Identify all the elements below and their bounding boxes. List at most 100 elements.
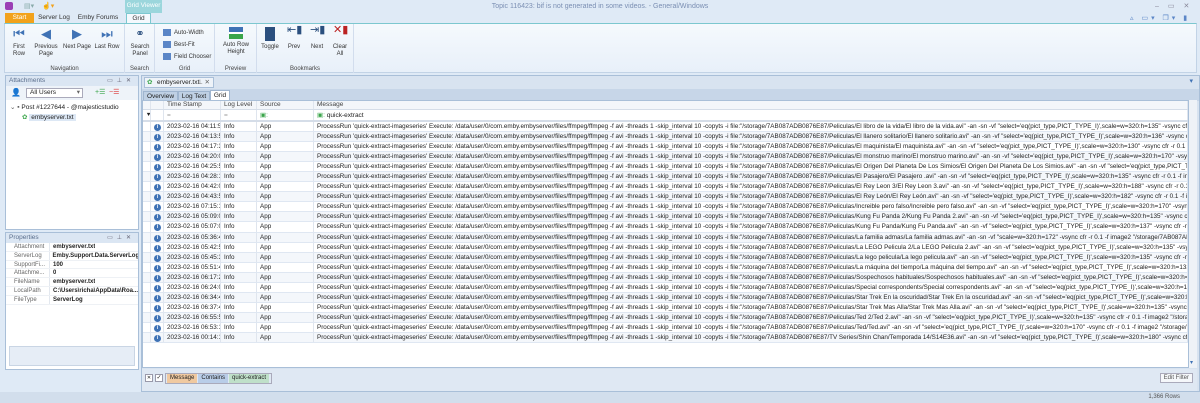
field-chooser-button[interactable]: Field Chooser [163, 53, 211, 60]
panel-controls[interactable]: ▭⊥✕ [107, 233, 135, 243]
property-key: ServerLog [6, 251, 50, 260]
vertical-scrollbar[interactable]: ▾ [1189, 100, 1197, 368]
grid-header: Time Stamp Log Level Source Message [143, 101, 1188, 110]
group-preview: Auto Row Height Preview [215, 24, 257, 73]
user-filter-dropdown[interactable]: All Users ▾ [26, 88, 83, 98]
doc-tab-embyserver[interactable]: ✿ embyserver.txt ⊥ ✕ [144, 77, 214, 88]
table-row[interactable]: i 2023-02-16 05:45:32 Info App ProcessRun 'q… [143, 252, 1188, 263]
cell-message: ProcessRun 'quick-extract-imageseries' E… [314, 172, 1188, 182]
info-icon: i [154, 324, 161, 332]
close-icon[interactable]: ⊥ ✕ [197, 78, 210, 88]
property-row[interactable]: FileType ServerLog [6, 295, 138, 305]
table-row[interactable]: i 2023-02-16 04:20:02 Info App ProcessRun 'q… [143, 152, 1188, 163]
table-row[interactable]: i 2023-02-16 04:43:52 Info App ProcessRun 'q… [143, 192, 1188, 203]
property-row[interactable]: Attachment embyserver.txt [6, 243, 138, 252]
table-row[interactable]: i 2023-02-16 04:25:59 Info App ProcessRun 'q… [143, 162, 1188, 173]
cell-source: App [257, 202, 314, 212]
next-page-button[interactable]: ▶ Next Page [62, 27, 92, 51]
chevron-down-icon: ▾ [76, 89, 80, 96]
table-row[interactable]: i 2023-02-16 06:34:41 Info App ProcessRun 'q… [143, 292, 1188, 303]
cell-time-stamp: 2023-02-16 04:28:17 [164, 172, 221, 182]
property-row[interactable]: FileName embyserver.txt [6, 278, 138, 287]
filter-time-stamp[interactable]: = [164, 110, 221, 120]
cell-time-stamp: 2023-02-16 06:55:50 [164, 312, 221, 322]
filter-panel: ✕ ✓ Message Contains quick-extract Edit Fi… [142, 369, 1197, 391]
clear-bookmarks-button[interactable]: ✕▮ Clear All [330, 24, 350, 58]
cell-source: App [257, 142, 314, 152]
property-value: C:\Users\richa\AppData\Roa... [52, 287, 138, 294]
first-row-button[interactable]: ⏮ First Row [9, 27, 29, 58]
tab-start[interactable]: Start [5, 13, 34, 23]
prev-bookmark-button[interactable]: ⇤▮ Prev [284, 25, 304, 51]
cell-source: App [257, 222, 314, 232]
table-row[interactable]: i 2023-02-16 06:37:41 Info App ProcessRun 'q… [143, 302, 1188, 313]
table-row[interactable]: i 2023-02-16 06:24:01 Info App ProcessRun 'q… [143, 282, 1188, 293]
toggle-bookmark-button[interactable]: Toggle [259, 27, 281, 51]
table-row[interactable]: i 2023-02-16 04:28:17 Info App ProcessRun 'q… [143, 172, 1188, 183]
tree-node-post[interactable]: ⌄ ▪ Post #1227644 - @majesticstudio [10, 103, 138, 111]
attachments-panel: Attachments ▭⊥✕ 👤 All Users ▾ +☰ −☰ ⌄ ▪ Po… [5, 75, 139, 230]
property-row[interactable]: SupportFi... 100 [6, 260, 138, 270]
property-row[interactable]: ServerLog Emby.Support.Data.ServerLog [6, 251, 138, 261]
expand-all-icon[interactable]: +☰ [95, 88, 105, 96]
tab-server-log[interactable]: Server Log [38, 13, 70, 23]
table-row[interactable]: i 2023-02-16 07:15:18 Info App ProcessRun 'q… [143, 202, 1188, 213]
table-row[interactable]: i 2023-02-16 05:09:06 Info App ProcessRun 'q… [143, 212, 1188, 223]
cell-source: App [257, 132, 314, 142]
table-row[interactable]: i 2023-02-16 04:13:59 Info App ProcessRun 'q… [143, 132, 1188, 143]
info-icon: i [154, 204, 161, 212]
bookmark-clear-icon: ✕▮ [333, 24, 349, 36]
tree-node-file[interactable]: ✿ embyserver.txt [22, 113, 138, 121]
next-bookmark-button[interactable]: ⇥▮ Next [307, 25, 327, 51]
filter-log-level[interactable]: = [221, 110, 257, 120]
window-controls[interactable]: –▭✕ [1155, 2, 1198, 10]
scroll-down-icon[interactable]: ▾ [1190, 359, 1193, 366]
search-panel-button[interactable]: ⚭ Search Panel [127, 27, 153, 58]
previous-page-button[interactable]: ◀ Previous Page [32, 27, 60, 58]
first-icon: ⏮ [13, 26, 25, 41]
table-row[interactable]: i 2023-02-16 00:14:13 Info App ProcessRun 'q… [143, 332, 1188, 344]
auto-width-button[interactable]: Auto-Width [163, 29, 204, 36]
property-row[interactable]: LocalPath C:\Users\richa\AppData\Roa... [6, 286, 138, 296]
best-fit-button[interactable]: Best-Fit [163, 41, 195, 48]
table-row[interactable]: i 2023-02-16 04:17:32 Info App ProcessRun 'q… [143, 142, 1188, 153]
cell-time-stamp: 2023-02-16 04:13:59 [164, 132, 221, 142]
cell-time-stamp: 2023-02-16 05:51:42 [164, 262, 221, 272]
info-icon: i [154, 124, 161, 131]
title-bar: ▤▾ ☝▾ Grid Viewer Topic 116423: bif is n… [0, 0, 1200, 13]
col-time-stamp[interactable]: Time Stamp [164, 101, 221, 109]
table-row[interactable]: i 2023-02-16 05:07:09 Info App ProcessRun 'q… [143, 222, 1188, 233]
table-row[interactable]: i 2023-02-16 05:51:42 Info App ProcessRun 'q… [143, 262, 1188, 273]
filter-message[interactable]: ▣: quick-extract [314, 110, 1188, 120]
info-icon: i [154, 144, 161, 152]
table-row[interactable]: i 2023-02-16 05:36:45 Info App ProcessRun 'q… [143, 232, 1188, 243]
col-source[interactable]: Source [257, 101, 314, 109]
property-row[interactable]: Attachme... 0 [6, 269, 138, 279]
col-log-level[interactable]: Log Level [221, 101, 257, 109]
table-row[interactable]: i 2023-02-16 06:17:23 Info App ProcessRun 'q… [143, 272, 1188, 283]
auto-row-height-button[interactable]: Auto Row Height [219, 27, 253, 56]
enable-filter-checkbox[interactable]: ✓ [155, 374, 163, 382]
cell-message: ProcessRun 'quick-extract-imageseries' E… [314, 292, 1188, 302]
cell-time-stamp: 2023-02-16 06:17:23 [164, 272, 221, 282]
collapse-all-icon[interactable]: −☰ [109, 88, 119, 96]
table-row[interactable]: i 2023-02-16 04:11:51 Info App ProcessRun 'q… [143, 122, 1188, 133]
table-row[interactable]: i 2023-02-16 04:42:06 Info App ProcessRun 'q… [143, 182, 1188, 193]
layout-icons[interactable]: ▵ ▭▾ ❐▾ ▮ [1130, 14, 1190, 22]
last-row-button[interactable]: ⏭ Last Row [93, 27, 121, 51]
filter-expression[interactable]: Message Contains quick-extract [165, 373, 273, 384]
panel-controls[interactable]: ▭⊥✕ [107, 76, 135, 86]
tab-emby-forums[interactable]: Emby Forums [77, 13, 119, 23]
col-message[interactable]: Message [314, 101, 1188, 109]
table-row[interactable]: i 2023-02-16 06:53:18 Info App ProcessRun 'q… [143, 322, 1188, 333]
doc-menu-icon[interactable]: ▾ [1189, 77, 1193, 85]
table-row[interactable]: i 2023-02-16 06:55:50 Info App ProcessRun 'q… [143, 312, 1188, 323]
close-filter-icon[interactable]: ✕ [145, 374, 153, 382]
info-icon: i [154, 164, 161, 172]
filter-source[interactable]: ▣: [257, 110, 314, 120]
table-row[interactable]: i 2023-02-16 05:42:55 Info App ProcessRun 'q… [143, 242, 1188, 253]
window-title: Topic 116423: bif is not generated in so… [491, 3, 709, 10]
group-grid: Auto-Width Best-Fit Field Chooser Grid [155, 24, 215, 73]
edit-filter-button[interactable]: Edit Filter [1159, 373, 1193, 383]
log-grid: Time Stamp Log Level Source Message ⯆ = … [142, 100, 1189, 368]
